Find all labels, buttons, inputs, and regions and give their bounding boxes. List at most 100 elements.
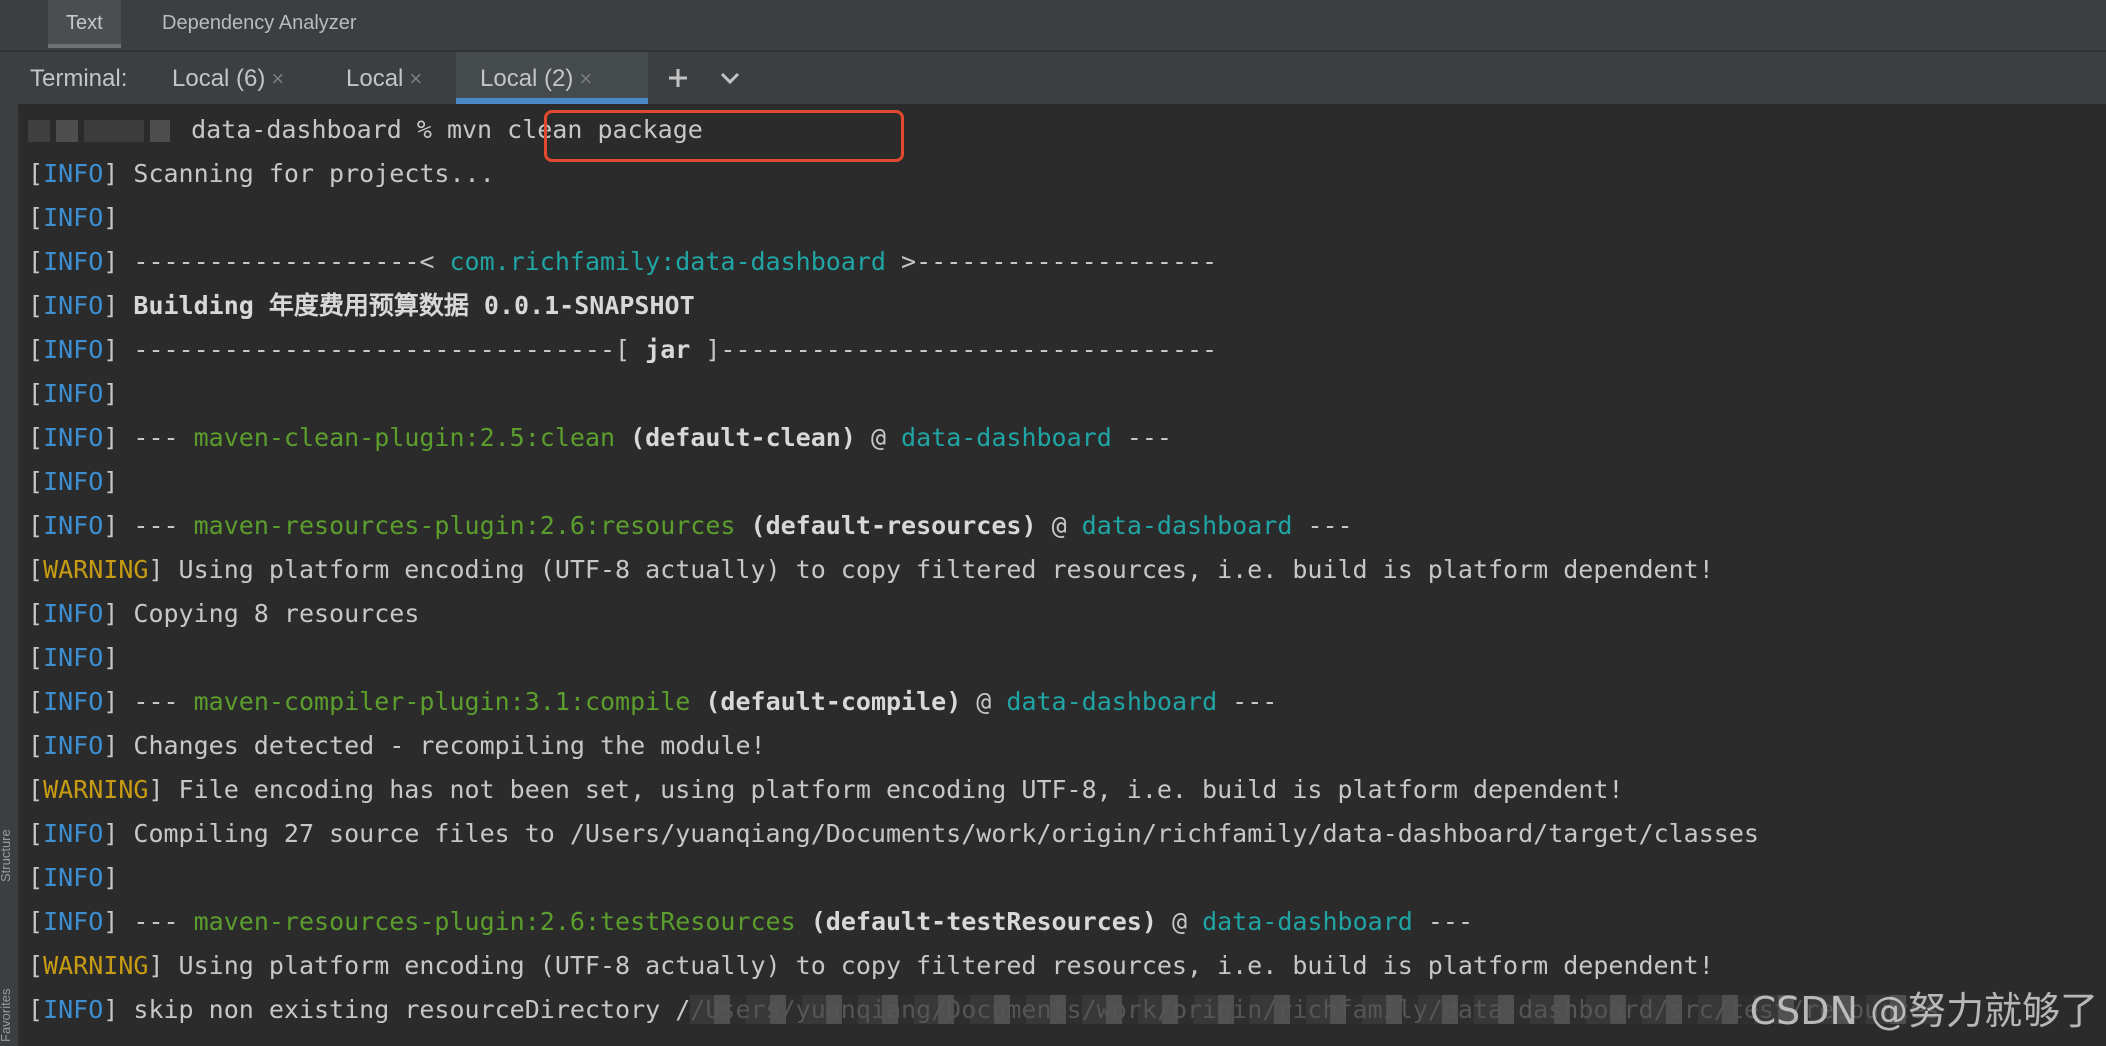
log-level: INFO xyxy=(43,599,104,628)
terminal-output[interactable]: data-dashboard % mvn clean package [INFO… xyxy=(28,108,2106,1046)
log-text: jar xyxy=(645,335,691,364)
tab-text[interactable]: Text xyxy=(48,0,121,48)
redacted-block xyxy=(84,120,144,142)
side-tool-strip: Structure Favorites xyxy=(0,52,19,1046)
bracket: ] xyxy=(103,379,119,408)
chevron-down-icon xyxy=(720,72,740,85)
log-text: --- xyxy=(118,423,194,452)
log-text: data-dashboard xyxy=(1081,511,1293,540)
log-text: skip non existing resourceDirectory / xyxy=(118,995,691,1024)
close-icon[interactable]: × xyxy=(579,66,592,91)
log-text: --- xyxy=(118,511,194,540)
tab-local[interactable]: Local × xyxy=(342,52,426,104)
log-text: @ xyxy=(961,687,1007,716)
log-level: WARNING xyxy=(43,775,149,804)
bracket: ] xyxy=(103,731,119,760)
bracket: [ xyxy=(28,423,44,452)
log-level: INFO xyxy=(43,511,104,540)
bracket: [ xyxy=(28,203,44,232)
bracket: [ xyxy=(28,291,44,320)
log-line: [INFO] --- maven-resources-plugin:2.6:re… xyxy=(28,504,2106,548)
log-line: [WARNING] File encoding has not been set… xyxy=(28,768,2106,812)
log-level: INFO xyxy=(43,203,104,232)
watermark: CSDN @努力就够了 xyxy=(1749,989,2098,1033)
log-line: [INFO] --------------------------------[… xyxy=(28,328,2106,372)
log-text: maven-resources-plugin:2.6:testResources xyxy=(193,907,796,936)
tab-list-button[interactable] xyxy=(710,56,750,100)
log-line: [INFO] --- maven-clean-plugin:2.5:clean … xyxy=(28,416,2106,460)
log-text: Copying 8 resources xyxy=(118,599,420,628)
bracket: ] xyxy=(148,555,164,584)
tab-local-2[interactable]: Local (2) × xyxy=(456,52,648,104)
log-level: INFO xyxy=(43,379,104,408)
bracket: ] xyxy=(103,819,119,848)
tab-dependency-analyzer[interactable]: Dependency Analyzer xyxy=(144,0,375,48)
bracket: [ xyxy=(28,467,44,496)
bracket: ] xyxy=(103,599,119,628)
log-level: INFO xyxy=(43,467,104,496)
favorites-tool-label[interactable]: Favorites xyxy=(0,932,18,1042)
log-text: maven-clean-plugin:2.5:clean xyxy=(193,423,616,452)
log-text: maven-resources-plugin:2.6:resources xyxy=(193,511,736,540)
terminal-label: Terminal: xyxy=(30,65,128,92)
structure-tool-label[interactable]: Structure xyxy=(0,742,18,882)
log-text: Scanning for projects... xyxy=(118,159,495,188)
bracket: ] xyxy=(148,775,164,804)
log-text: com.richfamily:data-dashboard xyxy=(449,247,886,276)
log-level: INFO xyxy=(43,687,104,716)
log-level: WARNING xyxy=(43,951,149,980)
redacted-block xyxy=(28,120,50,142)
log-level: INFO xyxy=(43,731,104,760)
bracket: ] xyxy=(103,291,119,320)
log-level: INFO xyxy=(43,907,104,936)
log-line: [INFO] Compiling 27 source files to /Use… xyxy=(28,812,2106,856)
log-level: WARNING xyxy=(43,555,149,584)
log-text: (default-compile) xyxy=(705,687,962,716)
log-level: INFO xyxy=(43,159,104,188)
close-icon[interactable]: × xyxy=(271,66,284,91)
log-level: INFO xyxy=(43,291,104,320)
log-level: INFO xyxy=(43,247,104,276)
log-line: [INFO] Changes detected - recompiling th… xyxy=(28,724,2106,768)
log-line: [INFO] --- maven-compiler-plugin:3.1:com… xyxy=(28,680,2106,724)
redacted-block xyxy=(150,120,170,142)
bracket: ] xyxy=(103,643,119,672)
new-tab-button[interactable] xyxy=(658,56,698,100)
tab-label: Local (6) xyxy=(172,65,266,92)
bracket: ] xyxy=(103,995,119,1024)
redacted-block xyxy=(56,120,78,142)
bracket: ] xyxy=(103,335,119,364)
bracket: [ xyxy=(28,687,44,716)
log-text: --- xyxy=(118,907,194,936)
log-line: [INFO] --- maven-resources-plugin:2.6:te… xyxy=(28,900,2106,944)
log-text: --- xyxy=(1292,511,1353,540)
log-text: Using platform encoding (UTF-8 actually)… xyxy=(163,951,1714,980)
tab-local-6[interactable]: Local (6) × xyxy=(168,52,288,104)
bracket: [ xyxy=(28,775,44,804)
log-text: @ xyxy=(1036,511,1082,540)
bracket: ] xyxy=(103,159,119,188)
log-level: INFO xyxy=(43,819,104,848)
bracket: [ xyxy=(28,819,44,848)
bracket: [ xyxy=(28,907,44,936)
bracket: [ xyxy=(28,555,44,584)
log-text: @ xyxy=(1156,907,1203,936)
log-text: (default-testResources) xyxy=(810,907,1157,936)
log-level: INFO xyxy=(43,423,104,452)
log-level: INFO xyxy=(43,863,104,892)
bracket: ] xyxy=(103,687,119,716)
log-text: (default-resources) xyxy=(750,511,1037,540)
bracket: ] xyxy=(103,423,119,452)
close-icon[interactable]: × xyxy=(409,66,422,91)
log-text: >-------------------- xyxy=(885,247,1218,276)
log-line: [INFO] Building 年度费用预算数据 0.0.1-SNAPSHOT xyxy=(28,284,2106,328)
bracket: [ xyxy=(28,951,44,980)
log-level: INFO xyxy=(43,335,104,364)
log-text: maven-compiler-plugin:3.1:compile xyxy=(193,687,691,716)
bracket: [ xyxy=(28,863,44,892)
